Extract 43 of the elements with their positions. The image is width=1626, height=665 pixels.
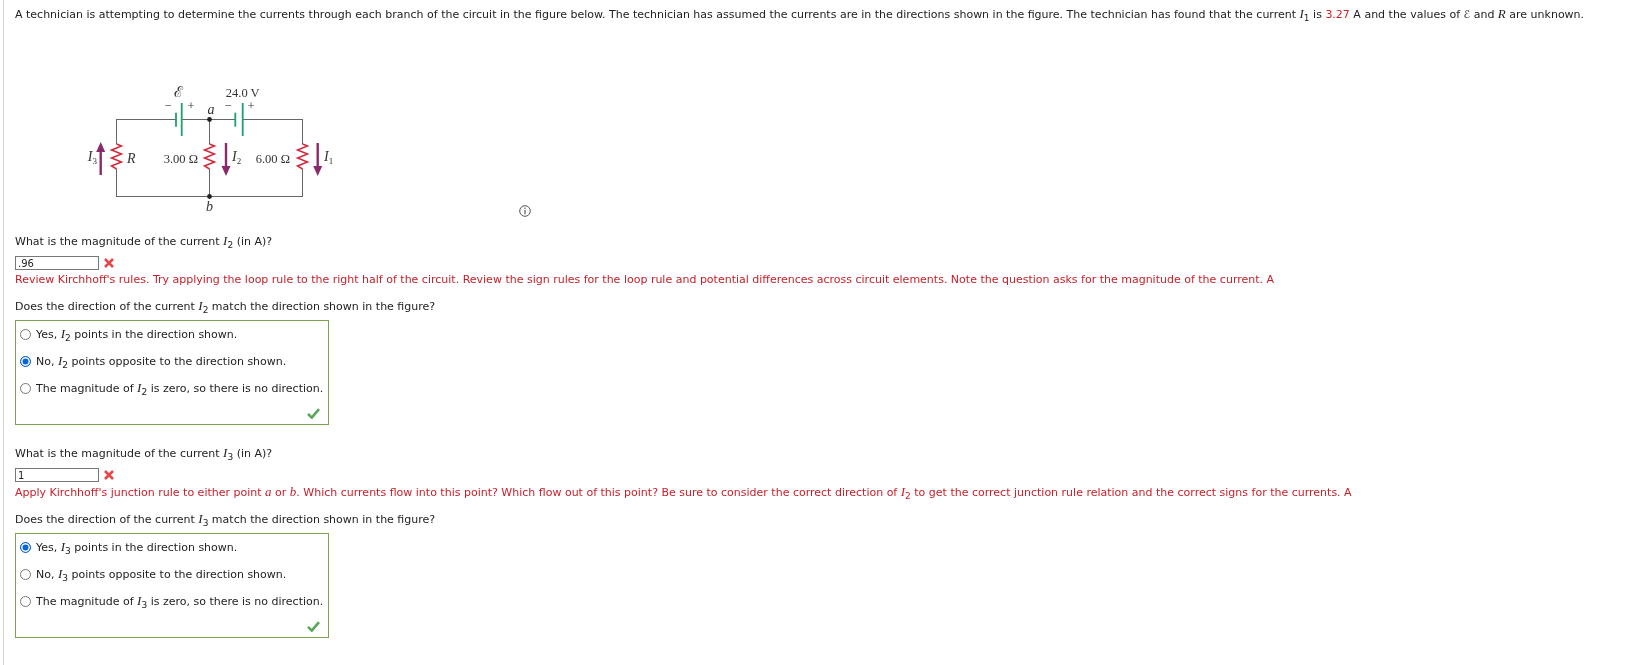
radio-button[interactable] (20, 596, 31, 607)
info-icon[interactable] (519, 205, 531, 217)
question-text: What is the magnitude of the current I$_{3}$ (in A)? (15, 445, 274, 462)
node-label: b (206, 200, 213, 214)
resistor (202, 143, 217, 170)
current-label: I$_{2}$ (232, 150, 242, 164)
node-label: a (207, 103, 215, 117)
question-text: Does the direction of the current I$_{2}$ match the direction shown in the figure? (15, 298, 437, 315)
emf-symbol: ℰ (173, 84, 183, 100)
resistor-label: 3.00 Ω (163, 152, 198, 166)
resistor (295, 143, 310, 170)
intro-text: A technician is attempting to determine the currents through each branch of the circuit in the figure below. The technician has assumed the currents are in the directions shown in the figure. The technician has found that the current I$_{1}$ is 3.27 A and the values of ℰ and R are unknown. (15, 6, 1586, 23)
radio-button[interactable] (20, 383, 31, 394)
question-text: What is the magnitude of the current I$_{2}$ (in A)? (15, 233, 274, 250)
option-label: No, I$_{3}$ points opposite to the direction shown. (36, 566, 287, 583)
minus-sign: − (164, 99, 172, 113)
answer-field[interactable]: .96 (15, 256, 99, 270)
option-label: No, I$_{2}$ points opposite to the direction shown. (36, 353, 287, 370)
question-text: Does the direction of the current I$_{3}$ match the direction shown in the figure? (15, 511, 437, 528)
answer-field[interactable]: 1 (15, 468, 99, 482)
junction-dot (207, 117, 212, 122)
feedback-text: Review Kirchhoff's rules. Try applying the loop rule to the right half of the circuit. Review the sign rules for the loop rule and potential differences across circuit elements. Note the question asks for the magnitude of the current. A (15, 272, 1276, 288)
resistor-label: R (127, 152, 136, 166)
resistor-label: 6.00 Ω (255, 152, 290, 166)
radio-button[interactable] (20, 356, 31, 367)
battery (175, 102, 183, 137)
current-label: I$_{3}$ (87, 150, 97, 164)
radio-button[interactable] (20, 542, 31, 553)
current-label: I$_{1}$ (324, 150, 334, 164)
option-label: The magnitude of I$_{2}$ is zero, so there is no direction. (36, 380, 324, 397)
option-label: Yes, I$_{3}$ points in the direction shown. (36, 539, 238, 556)
plus-sign: + (187, 99, 195, 113)
feedback-text: Apply Kirchhoff's junction rule to either point a or b. Which currents flow into this point? Which flow out of this point? Be sure to consider the correct direction of I$_{2}$ to get the correct junction rule relation and the correct signs for the currents. A (15, 484, 1353, 501)
radio-button[interactable] (20, 569, 31, 580)
radio-button[interactable] (20, 329, 31, 340)
junction-dot (207, 194, 212, 199)
plus-sign: + (247, 99, 255, 113)
option-label: Yes, I$_{2}$ points in the direction shown. (36, 326, 238, 343)
resistor (109, 143, 124, 170)
option-label: The magnitude of I$_{3}$ is zero, so there is no direction. (36, 593, 324, 610)
battery (234, 102, 244, 137)
minus-sign: − (224, 99, 232, 113)
voltage-label: 24.0 V (225, 86, 260, 100)
